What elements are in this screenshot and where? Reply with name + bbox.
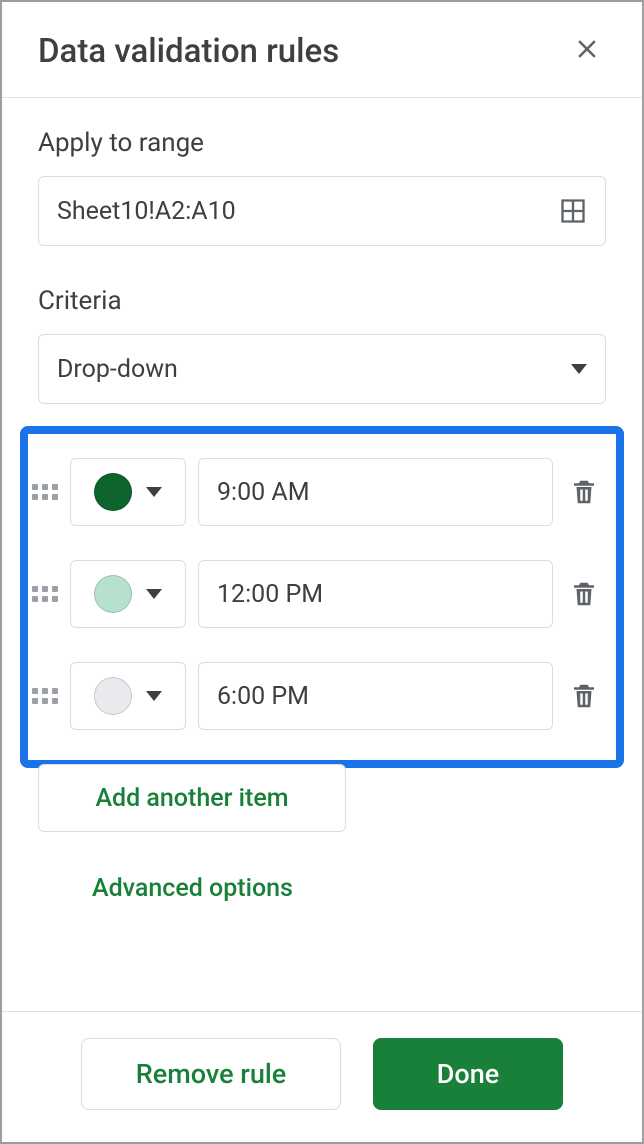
footer: Remove rule Done (2, 1011, 642, 1142)
remove-rule-button[interactable]: Remove rule (81, 1038, 341, 1110)
caret-down-icon (146, 589, 162, 599)
select-range-icon[interactable] (559, 197, 587, 225)
criteria-label: Criteria (38, 286, 606, 316)
drag-handle[interactable] (32, 484, 58, 500)
close-icon (572, 34, 602, 64)
range-value: Sheet10!A2:A10 (57, 197, 236, 226)
range-input-box[interactable]: Sheet10!A2:A10 (38, 176, 606, 246)
add-another-item-button[interactable]: Add another item (38, 764, 346, 832)
delete-item-button[interactable] (569, 475, 599, 509)
item-color-picker[interactable] (70, 662, 186, 730)
advanced-options-toggle[interactable]: Advanced options (92, 874, 293, 903)
color-swatch (94, 677, 132, 715)
color-swatch (94, 575, 132, 613)
caret-down-icon (146, 487, 162, 497)
trash-icon (569, 577, 599, 611)
item-value-input[interactable] (198, 662, 553, 730)
drag-handle[interactable] (32, 586, 58, 602)
item-color-picker[interactable] (70, 560, 186, 628)
color-swatch (94, 473, 132, 511)
delete-item-button[interactable] (569, 577, 599, 611)
caret-down-icon (571, 364, 587, 374)
dropdown-item-row (28, 560, 602, 628)
criteria-value: Drop-down (57, 355, 178, 384)
items-highlight-box (20, 426, 624, 768)
trash-icon (569, 475, 599, 509)
done-button[interactable]: Done (373, 1038, 563, 1110)
scroll-area[interactable]: Apply to range Sheet10!A2:A10 Criteria D… (2, 98, 642, 1011)
criteria-select[interactable]: Drop-down (38, 334, 606, 404)
item-value-input[interactable] (198, 458, 553, 526)
dropdown-item-row (28, 662, 602, 730)
delete-item-button[interactable] (569, 679, 599, 713)
drag-handle[interactable] (32, 688, 58, 704)
dropdown-item-row (28, 458, 602, 526)
range-label: Apply to range (38, 128, 606, 158)
caret-down-icon (146, 691, 162, 701)
item-value-input[interactable] (198, 560, 553, 628)
trash-icon (569, 679, 599, 713)
close-button[interactable] (568, 30, 606, 73)
item-color-picker[interactable] (70, 458, 186, 526)
panel-title: Data validation rules (38, 32, 339, 71)
